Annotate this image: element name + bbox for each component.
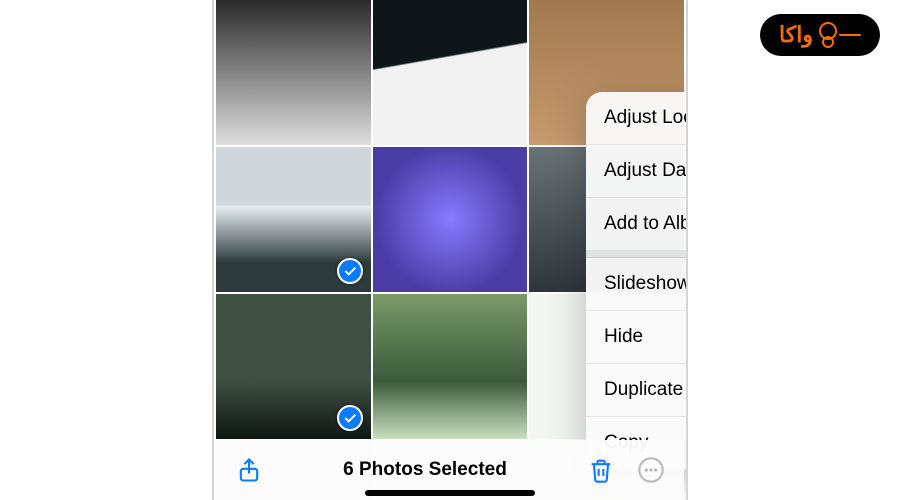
selection-check-icon bbox=[337, 258, 363, 284]
menu-item-label: Slideshow bbox=[604, 273, 688, 295]
phone-frame: Adjust Location Adjust Date & Time Add t… bbox=[212, 0, 688, 500]
menu-item-label: Add to Album bbox=[604, 213, 688, 235]
menu-item-adjust-date-time[interactable]: Adjust Date & Time bbox=[586, 145, 688, 198]
trash-icon bbox=[587, 456, 615, 484]
selection-check-icon bbox=[337, 405, 363, 431]
menu-item-slideshow[interactable]: Slideshow bbox=[586, 258, 688, 311]
menu-item-add-to-album[interactable]: Add to Album bbox=[586, 198, 688, 251]
menu-item-label: Duplicate bbox=[604, 379, 683, 401]
photo-tile[interactable] bbox=[373, 147, 528, 292]
watermark-icon bbox=[819, 20, 837, 50]
share-button[interactable] bbox=[232, 453, 266, 487]
watermark-logo: واکا bbox=[760, 14, 880, 56]
menu-item-label: Hide bbox=[604, 326, 643, 348]
more-button[interactable] bbox=[634, 453, 668, 487]
watermark-text: واکا bbox=[779, 22, 813, 48]
menu-item-label: Adjust Location bbox=[604, 107, 688, 129]
menu-item-adjust-location[interactable]: Adjust Location bbox=[586, 92, 688, 145]
watermark-icon bbox=[839, 34, 861, 36]
trash-button[interactable] bbox=[584, 453, 618, 487]
bottom-toolbar: 6 Photos Selected bbox=[216, 440, 684, 500]
share-icon bbox=[235, 456, 263, 484]
menu-item-duplicate[interactable]: Duplicate bbox=[586, 364, 688, 417]
photo-tile[interactable] bbox=[373, 294, 528, 439]
menu-separator bbox=[586, 251, 688, 258]
home-indicator bbox=[365, 490, 535, 496]
ellipsis-icon bbox=[637, 456, 665, 484]
photo-tile[interactable] bbox=[216, 294, 371, 439]
selection-count-label: 6 Photos Selected bbox=[343, 459, 507, 481]
photo-tile[interactable] bbox=[216, 0, 371, 145]
context-menu: Adjust Location Adjust Date & Time Add t… bbox=[586, 92, 688, 469]
menu-item-hide[interactable]: Hide bbox=[586, 311, 688, 364]
photo-tile[interactable] bbox=[373, 0, 528, 145]
menu-item-label: Adjust Date & Time bbox=[604, 160, 688, 182]
photo-tile[interactable] bbox=[216, 147, 371, 292]
